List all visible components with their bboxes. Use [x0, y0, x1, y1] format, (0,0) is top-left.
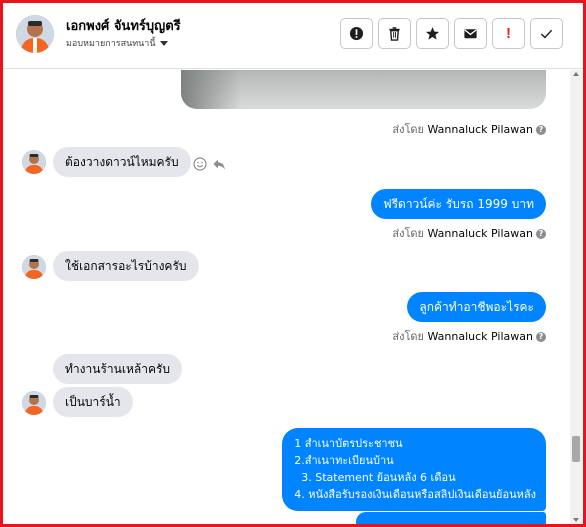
outgoing-message[interactable]: ฟรีดาวน์ค่ะ รับรถ 1999 บาท: [371, 189, 546, 219]
trash-icon: [389, 27, 400, 41]
agent-name: Wannaluck Pilawan: [427, 227, 534, 240]
incoming-message[interactable]: ใช้เอกสารอะไรบ้างครับ: [53, 251, 199, 281]
avatar[interactable]: [22, 255, 46, 279]
mark-unread-button[interactable]: [454, 18, 487, 49]
sent-by-label: ส่งโดย Wannaluck Pilawan?: [392, 224, 546, 242]
outgoing-message[interactable]: ลูกค้าทำอาชีพอะไรคะ: [407, 292, 546, 322]
scrollbar[interactable]: [570, 70, 582, 524]
alert-circle-icon: [349, 26, 364, 41]
chevron-down-icon: [159, 41, 168, 46]
contact-name: เอกพงศ์ จันทร์บุญตรี: [66, 19, 181, 34]
incoming-message[interactable]: เป็นบาร์น้ำ: [53, 387, 133, 417]
agent-name: Wannaluck Pilawan: [427, 330, 534, 343]
info-icon[interactable]: ?: [536, 125, 546, 135]
reply-icon[interactable]: [212, 157, 226, 171]
envelope-icon: [464, 29, 477, 39]
scroll-down-icon[interactable]: [573, 518, 579, 522]
message-thread[interactable]: ส่งโดย Wannaluck Pilawan? ต้องวางดาวน์ไห…: [3, 70, 583, 524]
incoming-message[interactable]: ต้องวางดาวน์ไหมครับ: [53, 147, 191, 177]
message-line: 3. Statement ย้อนหลัง 6 เดือน: [294, 471, 456, 484]
avatar[interactable]: [22, 391, 46, 415]
scroll-up-icon[interactable]: [573, 72, 579, 76]
scrollbar-thumb[interactable]: [572, 436, 580, 462]
agent-name: Wannaluck Pilawan: [427, 123, 534, 136]
message-line: 4. หนังสือรับรองเงินเดือนหรือสลิปเงินเดื…: [294, 488, 536, 501]
checkmark-icon: [540, 29, 553, 39]
sent-by-prefix: ส่งโดย: [392, 123, 424, 136]
message-actions: [193, 157, 226, 171]
info-icon[interactable]: ?: [536, 332, 546, 342]
incoming-message[interactable]: ทำงานร้านเหล้าครับ: [53, 354, 183, 384]
sent-by-label: ส่งโดย Wannaluck Pilawan?: [392, 327, 546, 345]
emoji-react-icon[interactable]: [193, 157, 207, 171]
info-icon[interactable]: ?: [536, 229, 546, 239]
star-icon: [425, 27, 440, 40]
outgoing-message-partial[interactable]: [356, 512, 546, 524]
message-line: 1 สำเนาบัตรประชาชน: [294, 437, 403, 450]
delete-button[interactable]: [378, 18, 411, 49]
assign-label: มอบหมายการสนทนานี้: [66, 39, 156, 49]
avatar[interactable]: [16, 15, 54, 53]
image-shadow: [181, 70, 241, 109]
mark-done-button[interactable]: [530, 18, 563, 49]
star-button[interactable]: [416, 18, 449, 49]
conversation-header: เอกพงศ์ จันทร์บุญตรี มอบหมายการสนทนานี้ …: [3, 3, 583, 69]
outgoing-message[interactable]: 1 สำเนาบัตรประชาชน 2.สำเนาทะเบียนบ้าน 3.…: [282, 428, 546, 511]
red-exclamation-icon: !: [506, 25, 511, 42]
follow-up-button[interactable]: !: [492, 18, 525, 49]
sent-by-prefix: ส่งโดย: [392, 330, 424, 343]
avatar[interactable]: [22, 150, 46, 174]
sent-by-prefix: ส่งโดย: [392, 227, 424, 240]
assign-conversation-dropdown[interactable]: มอบหมายการสนทนานี้: [66, 36, 168, 50]
image-attachment[interactable]: [181, 70, 546, 109]
header-actions: !: [340, 18, 563, 49]
message-line: 2.สำเนาทะเบียนบ้าน: [294, 454, 394, 467]
mark-spam-button[interactable]: [340, 18, 373, 49]
sent-by-label: ส่งโดย Wannaluck Pilawan?: [392, 120, 546, 138]
